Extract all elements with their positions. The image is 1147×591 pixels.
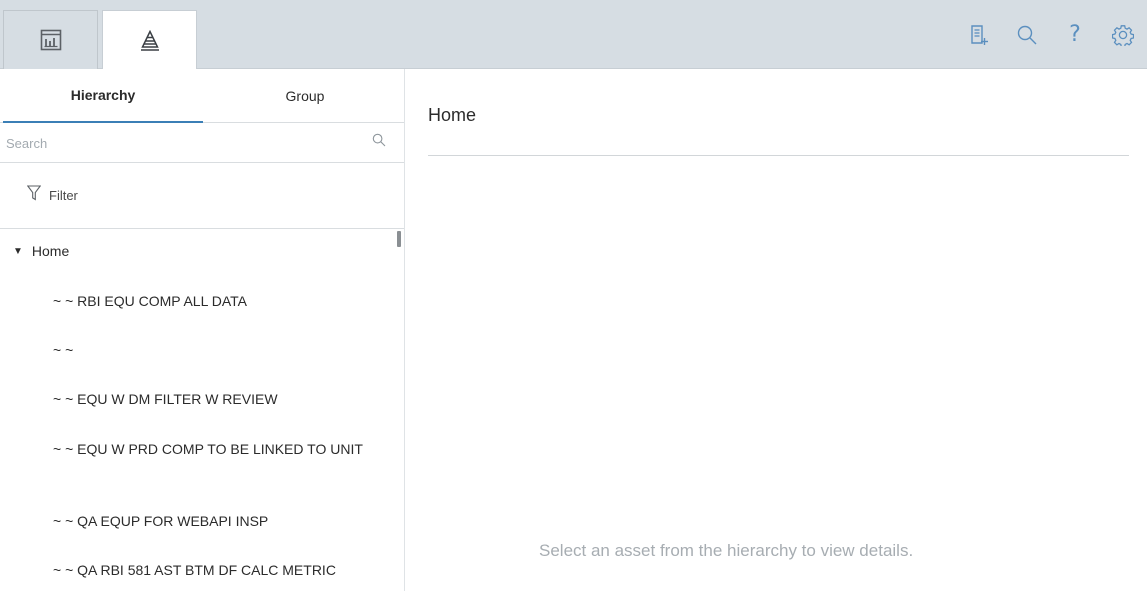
tree-node[interactable]: ~ ~ QA EQUP FOR WEBAPI INSP — [53, 511, 373, 531]
filter-funnel-icon — [26, 185, 42, 206]
filter-button[interactable]: Filter — [0, 163, 404, 229]
tab-group[interactable]: Group — [205, 69, 405, 123]
hierarchy-tree: ▼ Home ~ ~ RBI EQU COMP ALL DATA ~ ~ ~ ~… — [0, 229, 404, 591]
settings-button[interactable] — [1099, 0, 1147, 69]
search-input[interactable] — [6, 129, 366, 157]
help-button[interactable]: ? — [1051, 0, 1099, 69]
tab-hierarchy[interactable]: Hierarchy — [3, 69, 203, 123]
tree-node[interactable]: ~ ~ RBI EQU COMP ALL DATA — [53, 291, 373, 311]
dashboard-tab[interactable] — [3, 10, 98, 69]
add-record-button[interactable] — [955, 0, 1003, 69]
global-search-button[interactable] — [1003, 0, 1051, 69]
dashboard-chart-icon — [40, 29, 62, 51]
top-toolbar: ? — [0, 0, 1147, 70]
tree-node[interactable]: ~ ~ — [53, 340, 373, 360]
add-record-icon — [969, 24, 989, 46]
search-icon — [1016, 24, 1038, 46]
panel-tabs: Hierarchy Group — [0, 69, 404, 123]
tree-scrollbar[interactable] — [397, 231, 401, 247]
hierarchy-tab[interactable] — [102, 10, 197, 70]
hierarchy-pyramid-icon — [139, 29, 161, 52]
search-bar — [0, 123, 404, 163]
title-divider — [428, 155, 1129, 156]
tree-node[interactable]: ~ ~ QA RBI 581 AST BTM DF CALC METRIC — [53, 560, 373, 580]
help-icon: ? — [1069, 21, 1081, 47]
details-panel: Home Select an asset from the hierarchy … — [406, 69, 1147, 591]
tree-node[interactable]: ~ ~ EQU W PRD COMP TO BE LINKED TO UNIT — [53, 439, 373, 459]
search-icon[interactable] — [372, 133, 386, 152]
page-title: Home — [428, 105, 477, 125]
tree-node-label: Home — [31, 243, 70, 259]
empty-state-message: Select an asset from the hierarchy to vi… — [539, 541, 914, 560]
hierarchy-panel: Hierarchy Group Filter ▼ Home ~ ~ RBI EQ… — [0, 69, 405, 591]
settings-gear-icon — [1112, 24, 1134, 46]
toolbar-actions: ? — [955, 0, 1147, 69]
caret-down-icon[interactable]: ▼ — [13, 246, 23, 257]
tree-node-home[interactable]: ▼ Home — [13, 243, 69, 259]
tree-node[interactable]: ~ ~ EQU W DM FILTER W REVIEW — [53, 389, 373, 409]
filter-label: Filter — [49, 188, 78, 203]
